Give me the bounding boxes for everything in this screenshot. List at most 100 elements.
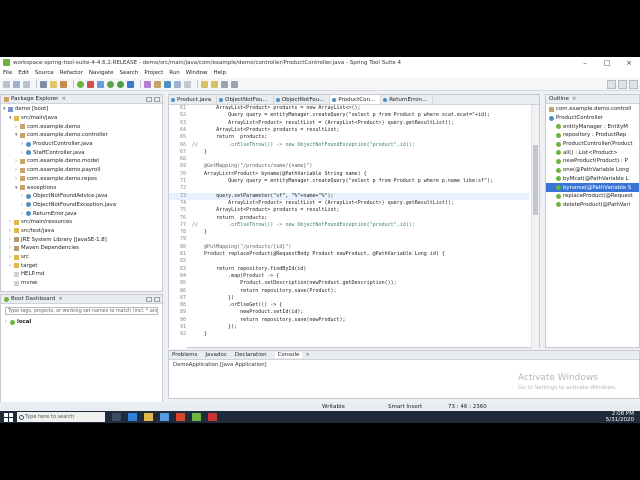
task-view-icon[interactable] [112, 413, 121, 421]
menu-source[interactable]: Source [35, 70, 54, 76]
code-line[interactable]: 83 return repository.findById(id) [169, 266, 529, 273]
forward-icon[interactable] [231, 80, 238, 88]
tree-item-package[interactable]: ▾ exceptions [1, 183, 162, 192]
close-view-icon[interactable]: × [572, 96, 577, 102]
tree-item-src-main-java[interactable]: ▾ src/main/java [1, 114, 162, 123]
code-line[interactable]: 76 return products; [169, 215, 529, 222]
outline-item[interactable]: repository : ProductRep [546, 131, 639, 140]
code-line[interactable]: 64 ArrayList<Product> products = resultL… [169, 127, 529, 134]
package-explorer-title[interactable]: Package Explorer [11, 96, 58, 102]
maximize-view-icon[interactable] [154, 96, 160, 102]
maximize-button[interactable]: □ [596, 59, 618, 67]
windows-start-icon[interactable] [4, 412, 13, 422]
store-icon[interactable] [160, 413, 169, 421]
editor-tab[interactable]: Product.java [169, 95, 218, 104]
close-view-icon[interactable]: × [61, 96, 66, 102]
build-icon[interactable] [50, 80, 57, 88]
menu-refactor[interactable]: Refactor [60, 70, 83, 76]
save-all-icon[interactable] [23, 80, 30, 88]
code-line[interactable]: 85 Product.setDescription(newProduct.get… [169, 280, 529, 287]
tree-item-file[interactable]: › ObjectNotFoundException.java [1, 201, 162, 210]
close-view-icon[interactable]: × [305, 352, 310, 358]
code-line[interactable]: 92 } [169, 331, 529, 338]
tree-item-folder[interactable]: › target [1, 261, 162, 270]
code-line[interactable]: 68 [169, 156, 529, 163]
tree-item-local[interactable]: › local [1, 318, 162, 327]
minimize-view-icon[interactable] [146, 296, 152, 302]
code-line[interactable]: 65 return products; [169, 134, 529, 141]
debug-icon[interactable] [107, 80, 114, 88]
tree-item-package[interactable]: › com.example.demo.payroll [1, 166, 162, 175]
maximize-view-icon[interactable] [154, 296, 160, 302]
system-clock[interactable]: 2:08 PM 5/31/2020 [606, 411, 634, 423]
menu-project[interactable]: Project [144, 70, 163, 76]
back-icon[interactable] [221, 80, 228, 88]
code-area[interactable]: 61 ArrayList<Product> products = new Arr… [169, 105, 529, 349]
code-line[interactable]: 90 return repository.save(newProduct); [169, 317, 529, 324]
open-perspective-icon[interactable] [607, 80, 616, 89]
new-class-icon[interactable] [164, 80, 171, 88]
tab-console[interactable]: Console [274, 352, 303, 358]
new-icon[interactable] [3, 80, 10, 88]
tree-item-package[interactable]: › com.example.demo.model [1, 157, 162, 166]
outline-item[interactable]: ProductController(Product [546, 140, 639, 149]
menu-window[interactable]: Window [186, 70, 208, 76]
scrollbar-thumb[interactable] [533, 145, 538, 215]
save-icon[interactable] [13, 80, 20, 88]
new-package-icon[interactable] [154, 80, 161, 88]
code-line[interactable]: 75 ArrayList<Product> products = resultL… [169, 207, 529, 214]
menu-help[interactable]: Help [213, 70, 226, 76]
terminal-icon[interactable] [40, 80, 47, 88]
boot-run-icon[interactable] [77, 80, 84, 88]
menu-run[interactable]: Run [169, 70, 180, 76]
tab-declaration[interactable]: Declaration [235, 352, 267, 358]
taskbar-search-input[interactable]: Type here to search [17, 412, 105, 422]
close-view-icon[interactable]: × [58, 296, 63, 302]
editor-tab-active[interactable]: ProductCon... [330, 95, 382, 104]
spring-tool-suite-taskbar-icon[interactable] [192, 413, 201, 421]
coverage-icon[interactable] [127, 80, 134, 88]
editor-scrollbar[interactable] [531, 105, 539, 349]
code-line[interactable]: 82 [169, 258, 529, 265]
tree-item-library[interactable]: › Maven Dependencies [1, 244, 162, 253]
tree-item-file[interactable]: HELP.md [1, 270, 162, 279]
minimize-view-icon[interactable] [146, 96, 152, 102]
tree-item-folder[interactable]: › src/main/resources [1, 218, 162, 227]
code-line[interactable]: 69 @GetMapping("/products/name/{name}") [169, 163, 529, 170]
tree-item-package[interactable]: › com.example.demo.repos [1, 175, 162, 184]
outline-item[interactable]: deleteProduct(@PathVari [546, 201, 639, 210]
minimize-button[interactable]: – [574, 59, 596, 67]
open-type-icon[interactable] [97, 80, 104, 88]
code-line[interactable]: 77 // .orElseThrow(() -> new ObjectNotFou… [169, 222, 529, 229]
edge-icon[interactable] [128, 413, 137, 421]
code-line[interactable]: 71 Query query = entityManager.createQue… [169, 178, 529, 185]
tree-item-package[interactable]: ▾ com.example.demo.controller [1, 131, 162, 140]
code-line[interactable]: 87 }) [169, 295, 529, 302]
outline-item[interactable]: ProductController [546, 114, 639, 123]
tab-problems[interactable]: Problems [172, 352, 197, 358]
code-line[interactable]: 67 } [169, 149, 529, 156]
code-line[interactable]: 63 ArrayList<Product> resultList = (Arra… [169, 120, 529, 127]
run-icon[interactable] [117, 80, 124, 88]
tree-item-file[interactable]: mvnw [1, 279, 162, 288]
code-line[interactable]: 72 [169, 185, 529, 192]
next-annotation-icon[interactable] [201, 80, 208, 88]
code-line[interactable]: 70 ArrayList<Product> byname(@PathVariab… [169, 171, 529, 178]
outline-item[interactable]: byMcat(@PathVariable L [546, 175, 639, 184]
office-icon[interactable] [176, 413, 185, 421]
skip-breakpoints-icon[interactable] [60, 80, 67, 88]
code-line[interactable]: 88 .orElseGet(() -> { [169, 302, 529, 309]
tree-item-file[interactable]: › ProductController.java [1, 140, 162, 149]
code-line[interactable]: 62 Query query = entityManager.createQue… [169, 112, 529, 119]
code-line[interactable]: 84 .map(Product -> { [169, 273, 529, 280]
outline-item[interactable]: all() : List<Product> [546, 148, 639, 157]
code-line[interactable]: 81 Product replaceProduct(@RequestBody P… [169, 251, 529, 258]
code-line[interactable]: 73 query.setParameter("sf", "%"+name+"%"… [169, 192, 529, 200]
tab-javadoc[interactable]: Javadoc [205, 352, 227, 358]
open-task-icon[interactable] [174, 80, 181, 88]
outline-item[interactable]: replaceProduct(@Request [546, 192, 639, 201]
code-line[interactable]: 66 // .orElseThrow(() -> new ObjectNotFou… [169, 142, 529, 149]
menu-edit[interactable]: Edit [18, 70, 29, 76]
tree-item-demo[interactable]: ▾ demo [boot] [1, 105, 162, 114]
tree-item-folder[interactable]: › src/test/java [1, 227, 162, 236]
